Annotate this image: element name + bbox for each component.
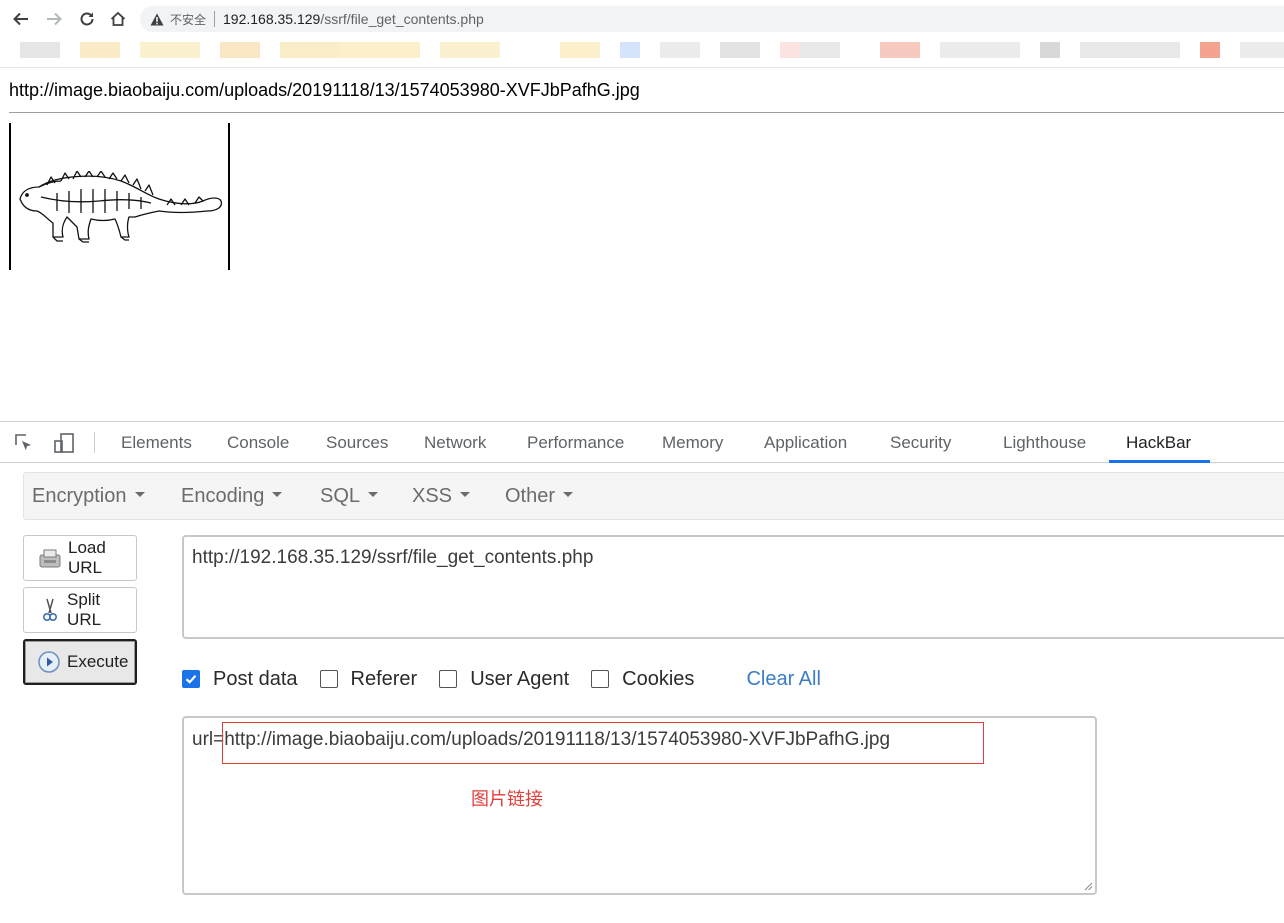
tab-memory[interactable]: Memory [662,433,723,453]
tab-performance[interactable]: Performance [527,433,624,453]
bookmark-item[interactable] [1040,42,1060,58]
address-url[interactable]: 192.168.35.129/ssrf/file_get_contents.ph… [223,11,484,27]
url-input-value: http://192.168.35.129/ssrf/file_get_cont… [192,547,594,568]
address-separator [214,11,216,27]
tab-security[interactable]: Security [890,433,951,453]
home-icon [110,11,126,26]
menu-other-label: Other [505,485,556,507]
url-host: 192.168.35.129 [223,11,321,27]
bookmark-item[interactable] [880,42,920,58]
inspect-cursor-icon [15,434,31,451]
home-button[interactable] [107,8,129,30]
devtools-panel: Elements Console Sources Network Perform… [0,421,1284,923]
bookmark-item[interactable] [560,42,600,58]
address-bar[interactable]: 不安全 192.168.35.129/ssrf/file_get_content… [140,6,1284,32]
menu-encoding-label: Encoding [181,485,265,507]
bookmarks-bar [0,38,1284,68]
menu-xss[interactable]: XSS [412,485,471,508]
bookmark-item[interactable] [660,42,700,58]
menu-other[interactable]: Other [505,485,574,508]
cookies-checkbox[interactable] [591,670,610,688]
back-button[interactable] [10,8,32,30]
cookies-label[interactable]: Cookies [622,668,694,691]
split-url-label: Split URL [67,590,102,629]
load-url-button[interactable]: Load URL [23,535,137,581]
bookmark-item[interactable] [340,42,420,58]
play-icon [37,650,61,674]
user-agent-checkbox[interactable] [439,670,458,688]
clear-all-link[interactable]: Clear All [746,668,820,691]
referer-label[interactable]: Referer [351,668,418,691]
reload-button[interactable] [76,8,98,30]
tab-network[interactable]: Network [424,433,486,453]
menu-xss-label: XSS [412,485,453,507]
referer-checkbox[interactable] [319,670,338,688]
menu-sql[interactable]: SQL [320,485,379,508]
bookmark-item[interactable] [280,42,340,58]
annotation-note: 图片链接 [471,789,543,810]
arrow-right-icon [47,12,62,26]
response-text: http://image.biaobaiju.com/uploads/20191… [9,80,640,100]
bookmark-item[interactable] [800,42,840,58]
highlight-box [222,722,984,764]
devtools-tabbar: Elements Console Sources Network Perform… [0,422,1284,463]
menu-sql-label: SQL [320,485,361,507]
page-divider [9,112,1284,113]
forward-button[interactable] [43,8,65,30]
tab-elements[interactable]: Elements [121,433,192,453]
execute-label: Execute [67,652,129,671]
caret-down-icon [563,492,574,498]
arrow-left-icon [13,12,28,26]
device-icon [54,433,74,453]
caret-down-icon [460,492,471,498]
bookmark-item[interactable] [1080,42,1180,58]
caret-down-icon [272,492,283,498]
active-tab-indicator [1109,460,1210,463]
bookmark-item[interactable] [620,42,640,58]
post-data-label[interactable]: Post data [213,668,298,691]
load-url-label: Load URL [68,538,106,577]
request-options: Post data Referer User Agent Cookies Cle… [182,666,821,692]
hackbar-menu: Encryption Encoding SQL XSS Other [23,472,1284,520]
security-label[interactable]: 不安全 [170,11,206,28]
tab-application[interactable]: Application [764,433,847,453]
bookmark-item[interactable] [1200,42,1220,58]
menu-encoding[interactable]: Encoding [181,485,283,508]
execute-button[interactable]: Execute [23,639,137,685]
user-agent-label[interactable]: User Agent [470,668,569,691]
split-url-button[interactable]: Split URL [23,587,137,633]
resize-handle-icon[interactable] [1083,881,1093,891]
tab-sources[interactable]: Sources [326,433,388,453]
dinosaur-illustration [19,171,223,243]
menu-encryption[interactable]: Encryption [32,485,145,508]
tab-hackbar[interactable]: HackBar [1126,433,1191,453]
browser-toolbar: 不安全 192.168.35.129/ssrf/file_get_content… [0,0,1284,38]
bookmark-item[interactable] [940,42,1020,58]
checkmark-icon [185,675,197,684]
scissors-icon [38,598,61,622]
url-input[interactable]: http://192.168.35.129/ssrf/file_get_cont… [182,535,1284,639]
toolbar-divider [94,432,95,453]
menu-encryption-label: Encryption [32,485,127,507]
bookmark-item[interactable] [780,42,800,58]
device-toolbar-button[interactable] [52,431,76,455]
bookmark-item[interactable] [20,42,60,58]
fetched-image [9,123,230,270]
tab-console[interactable]: Console [227,433,289,453]
inspect-element-button[interactable] [12,431,36,455]
bookmark-item[interactable] [80,42,120,58]
bookmark-item[interactable] [440,42,500,58]
load-url-icon [38,546,62,570]
reload-icon [80,12,94,26]
caret-down-icon [134,492,145,498]
bookmark-item[interactable] [720,42,760,58]
warning-icon[interactable] [150,13,164,26]
bookmark-item[interactable] [140,42,200,58]
caret-down-icon [368,492,379,498]
bookmark-item[interactable] [1240,42,1284,58]
tab-lighthouse[interactable]: Lighthouse [1003,433,1086,453]
bookmark-item[interactable] [220,42,260,58]
url-path: /ssrf/file_get_contents.php [320,11,484,27]
post-data-checkbox[interactable] [182,670,200,688]
